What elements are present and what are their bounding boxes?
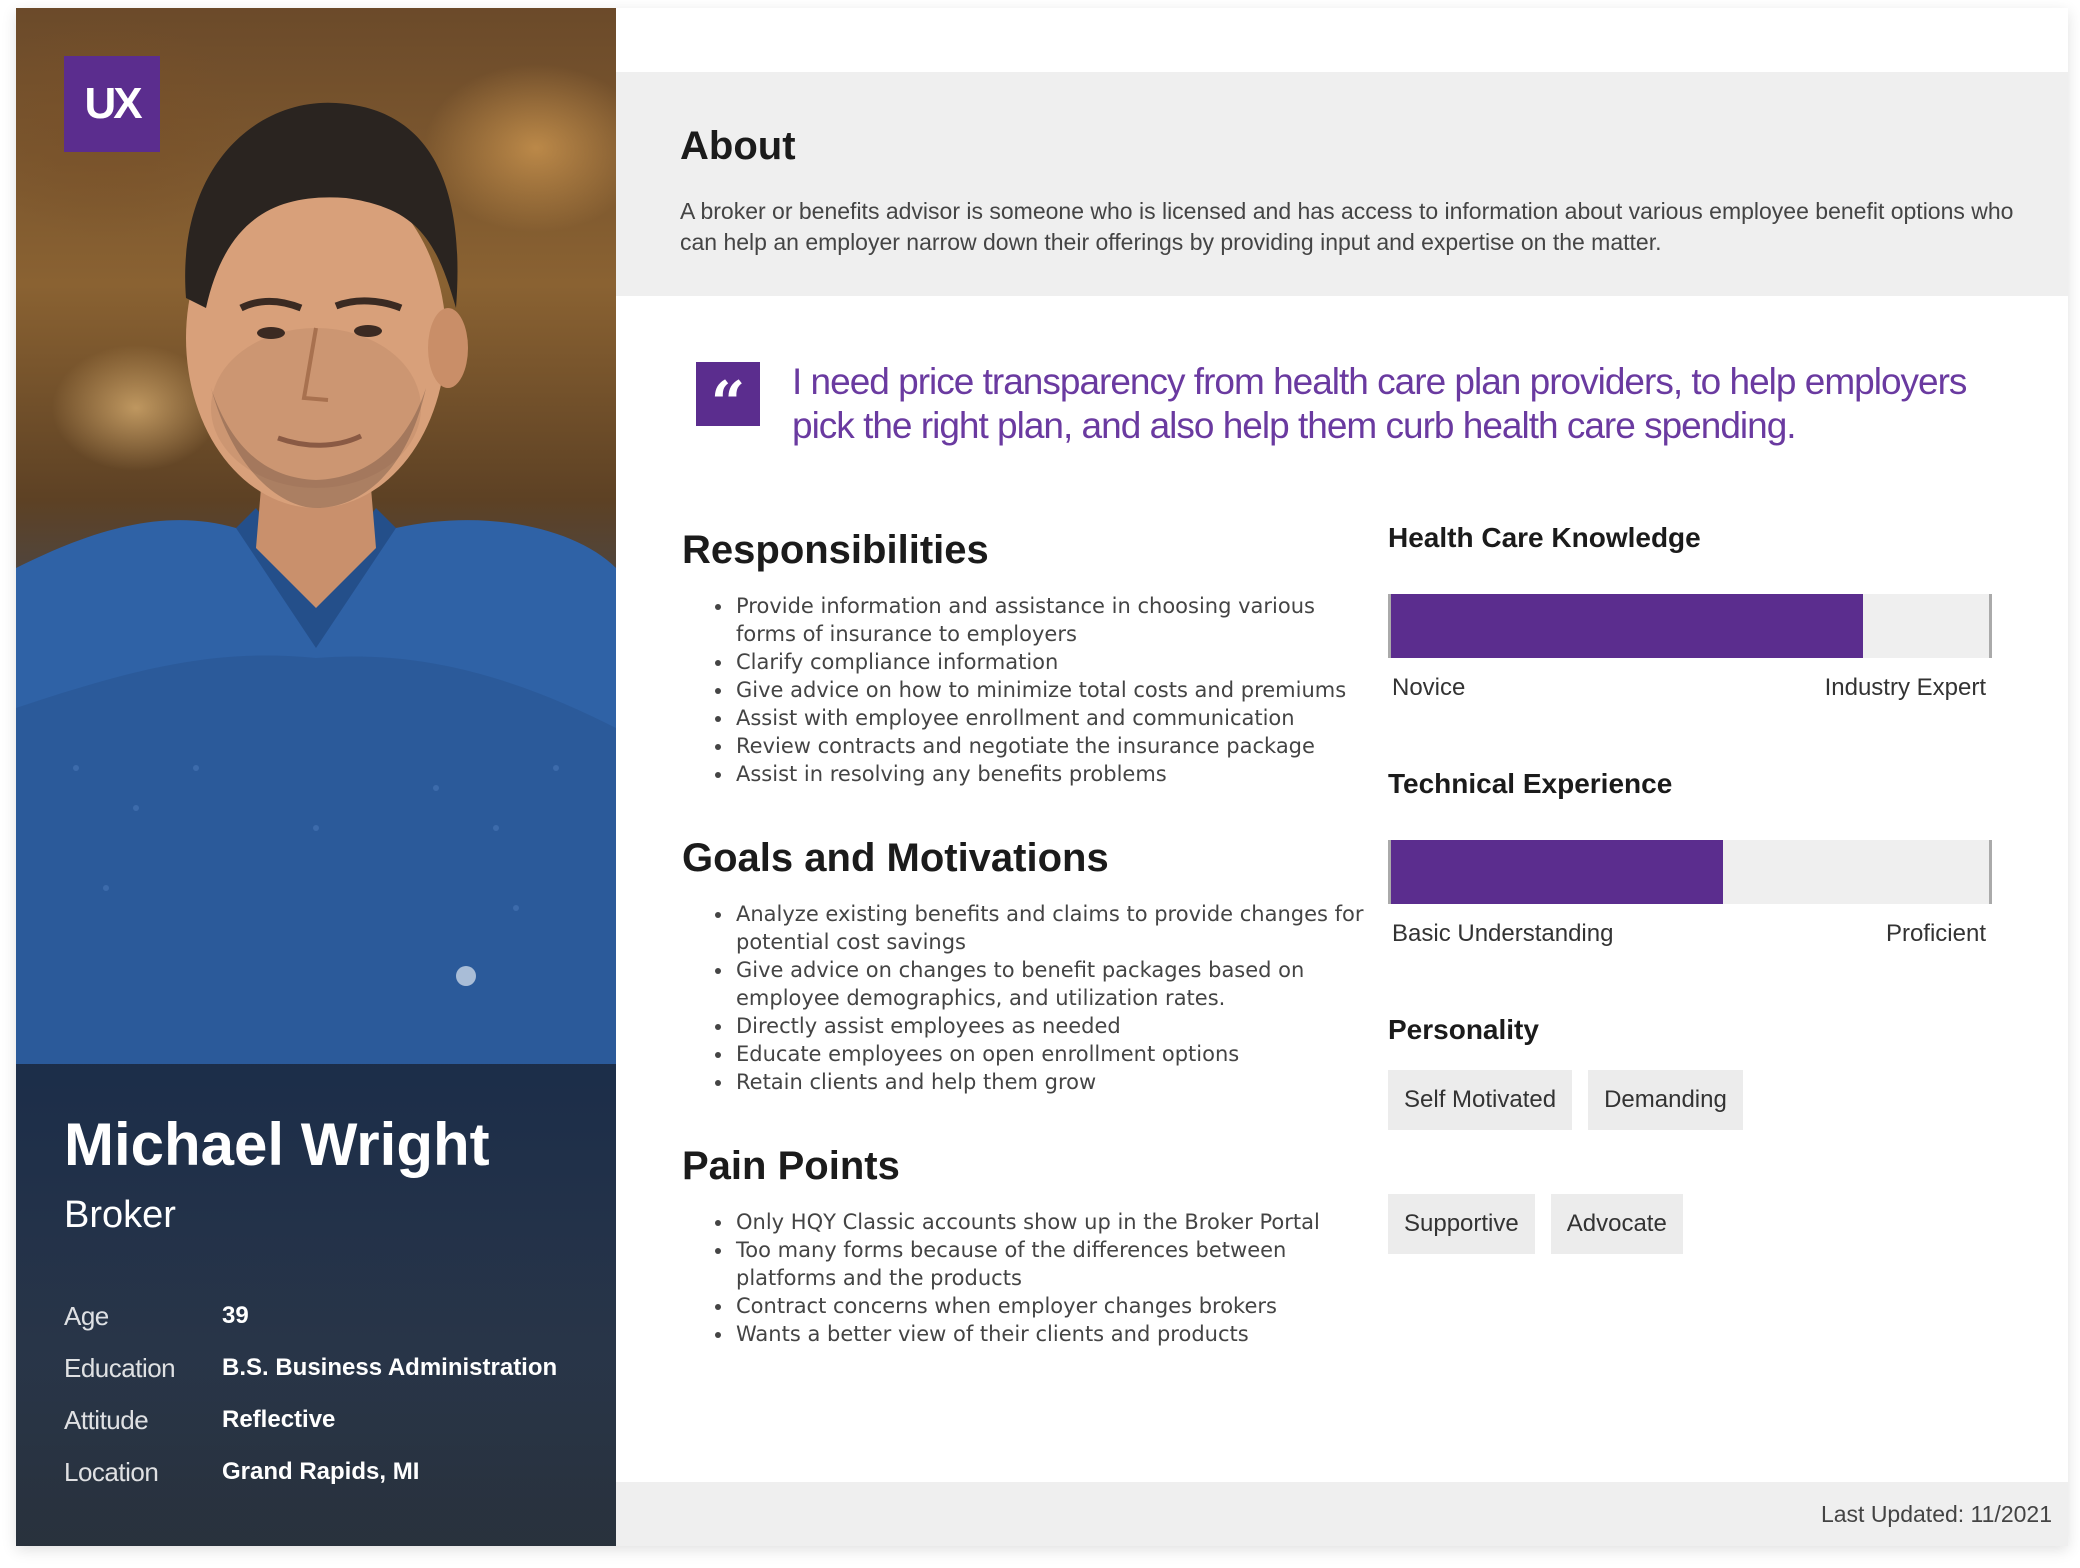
technical-experience-bar (1388, 840, 1992, 904)
fact-value: Grand Rapids, MI (222, 1458, 420, 1485)
health-care-knowledge-bar (1388, 594, 1992, 658)
quote-icon: “ (696, 362, 760, 439)
persona-role: Broker (64, 1194, 176, 1236)
personality-tag: Advocate (1550, 1194, 1683, 1254)
fact-value: 39 (222, 1302, 249, 1329)
footer: Last Updated: 11/2021 (616, 1482, 2068, 1546)
fact-label: Location (64, 1456, 159, 1487)
personality-title: Personality (1388, 1014, 1539, 1045)
goals-title: Goals and Motivations (682, 836, 1109, 880)
about-text: A broker or benefits advisor is someone … (680, 198, 2014, 255)
fact-label: Age (64, 1300, 109, 1331)
list-item: Review contracts and negotiate the insur… (734, 732, 1374, 760)
responsibilities-list: Provide information and assistance in ch… (716, 592, 1374, 788)
tag-row: Supportive Advocate (1388, 1194, 1988, 1254)
technical-experience-title: Technical Experience (1388, 768, 1673, 799)
list-item: Assist with employee enrollment and comm… (734, 704, 1374, 732)
list-item: Contract concerns when employer changes … (734, 1292, 1374, 1320)
technical-experience-max-label: Proficient (1885, 920, 1986, 947)
goals-list: Analyze existing benefits and claims to … (716, 900, 1374, 1096)
personality-tags: Self Motivated Demanding Supportive Advo… (1388, 1070, 1988, 1318)
technical-experience-fill (1391, 840, 1723, 904)
responsibilities-title: Responsibilities (682, 528, 989, 572)
fact-label: Education (64, 1352, 176, 1383)
health-care-knowledge-fill (1391, 594, 1863, 658)
persona-quote: I need price transparency from health ca… (792, 361, 1967, 446)
pain-points-title: Pain Points (682, 1144, 900, 1188)
list-item: Retain clients and help them grow (734, 1068, 1374, 1096)
fact-label: Attitude (64, 1404, 149, 1435)
list-item: Give advice on how to minimize total cos… (734, 676, 1374, 704)
health-care-knowledge-title: Health Care Knowledge (1388, 522, 1701, 553)
personality-tag: Supportive (1388, 1194, 1535, 1254)
list-item: Educate employees on open enrollment opt… (734, 1040, 1374, 1068)
fact-row-education: Education B.S. Business Administration (64, 1342, 594, 1394)
health-care-knowledge-max-label: Industry Expert (1824, 674, 1986, 701)
fact-value: B.S. Business Administration (222, 1354, 558, 1381)
fact-value: Reflective (222, 1406, 336, 1433)
health-care-knowledge-min-label: Novice (1392, 674, 1466, 701)
pain-points-list: Only HQY Classic accounts show up in the… (716, 1208, 1374, 1348)
ux-logo: UX (64, 56, 160, 152)
tag-row: Self Motivated Demanding (1388, 1070, 1988, 1130)
fact-row-attitude: Attitude Reflective (64, 1394, 594, 1446)
persona-name: Michael Wright (64, 1111, 490, 1178)
list-item: Provide information and assistance in ch… (734, 592, 1374, 648)
technical-experience-min-label: Basic Understanding (1392, 920, 1614, 947)
list-item: Directly assist employees as needed (734, 1012, 1374, 1040)
personality-tag: Self Motivated (1388, 1070, 1573, 1130)
list-item: Give advice on changes to benefit packag… (734, 956, 1374, 1012)
list-item: Only HQY Classic accounts show up in the… (734, 1208, 1374, 1236)
fact-row-age: Age 39 (64, 1290, 594, 1342)
list-item: Assist in resolving any benefits problem… (734, 760, 1374, 788)
about-title: About (680, 124, 796, 168)
list-item: Wants a better view of their clients and… (734, 1320, 1374, 1348)
profile-photo-panel: UX Michael Wright Broker Age 39 Educatio… (16, 8, 616, 1546)
last-updated: Last Updated: 11/2021 (1820, 1501, 2052, 1527)
list-item: Analyze existing benefits and claims to … (734, 900, 1374, 956)
list-item: Clarify compliance information (734, 648, 1374, 676)
fact-row-location: Location Grand Rapids, MI (64, 1446, 594, 1498)
list-item: Too many forms because of the difference… (734, 1236, 1374, 1292)
about-section: About A broker or benefits advisor is so… (616, 72, 2068, 296)
persona-facts: Age 39 Education B.S. Business Administr… (64, 1290, 594, 1498)
personality-tag: Demanding (1588, 1070, 1743, 1130)
persona-card: UX Michael Wright Broker Age 39 Educatio… (16, 8, 2068, 1546)
